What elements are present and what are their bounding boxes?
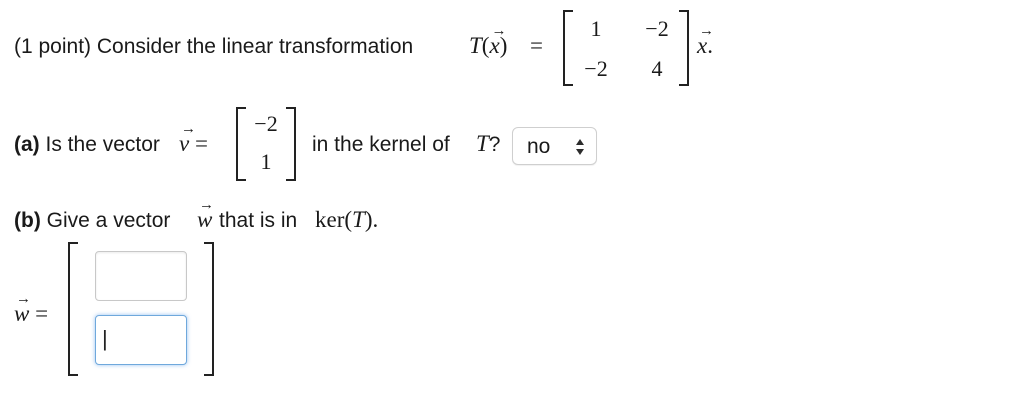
equals-sign: = xyxy=(530,33,543,58)
v-left-bracket xyxy=(236,107,246,181)
answer-right-bracket xyxy=(204,242,214,376)
part-a-prompt: (a) Is the vector xyxy=(14,133,160,157)
part-a-T: T? xyxy=(476,131,501,156)
v-vector: → v = xyxy=(179,121,208,157)
answer-column-vector: | xyxy=(68,242,214,376)
part-b-that-text: that is in xyxy=(219,209,298,232)
ker-expression: ker(T). xyxy=(315,207,379,232)
select-updown-icon xyxy=(575,138,585,161)
part-a-label: (a) xyxy=(14,133,40,156)
v-right-bracket xyxy=(286,107,296,181)
matrix-right-bracket xyxy=(679,10,689,86)
part-a-text: Is the vector xyxy=(45,133,160,156)
matrix-cell-2-1: −2 xyxy=(584,56,608,81)
w-vector: → w xyxy=(197,197,214,233)
part-a-kernel-text: in the kernel of xyxy=(312,133,450,156)
text-cursor: | xyxy=(102,326,108,351)
matrix-left-bracket xyxy=(563,10,573,86)
x-vector: → x. xyxy=(697,23,714,59)
part-b-prompt: (b) Give a vector xyxy=(14,209,170,233)
matrix-cell-1-2: −2 xyxy=(645,16,669,41)
answer-w-label: → w = xyxy=(14,291,49,327)
v-entry-1: −2 xyxy=(254,111,278,136)
kernel-answer-value: no xyxy=(527,135,551,158)
intro-text: (1 point) Consider the linear transforma… xyxy=(14,35,414,58)
answer-left-bracket xyxy=(68,242,78,376)
v-entry-2: 1 xyxy=(260,149,272,174)
T-function: T(→ x) xyxy=(469,23,508,59)
matrix-cell-2-2: 4 xyxy=(651,56,663,81)
matrix-cell-1-1: 1 xyxy=(590,16,602,41)
part-b-label: (b) xyxy=(14,209,41,232)
answer-entry-1-input[interactable] xyxy=(95,251,187,301)
v-column-vector: −2 1 xyxy=(236,107,296,181)
part-b-text: Give a vector xyxy=(46,209,171,232)
transformation-matrix: 1 −2 −2 4 xyxy=(563,10,689,86)
T-symbol: T xyxy=(469,33,482,58)
kernel-answer-select[interactable]: no xyxy=(512,127,597,165)
answer-entry-2-input[interactable]: | xyxy=(95,315,187,365)
